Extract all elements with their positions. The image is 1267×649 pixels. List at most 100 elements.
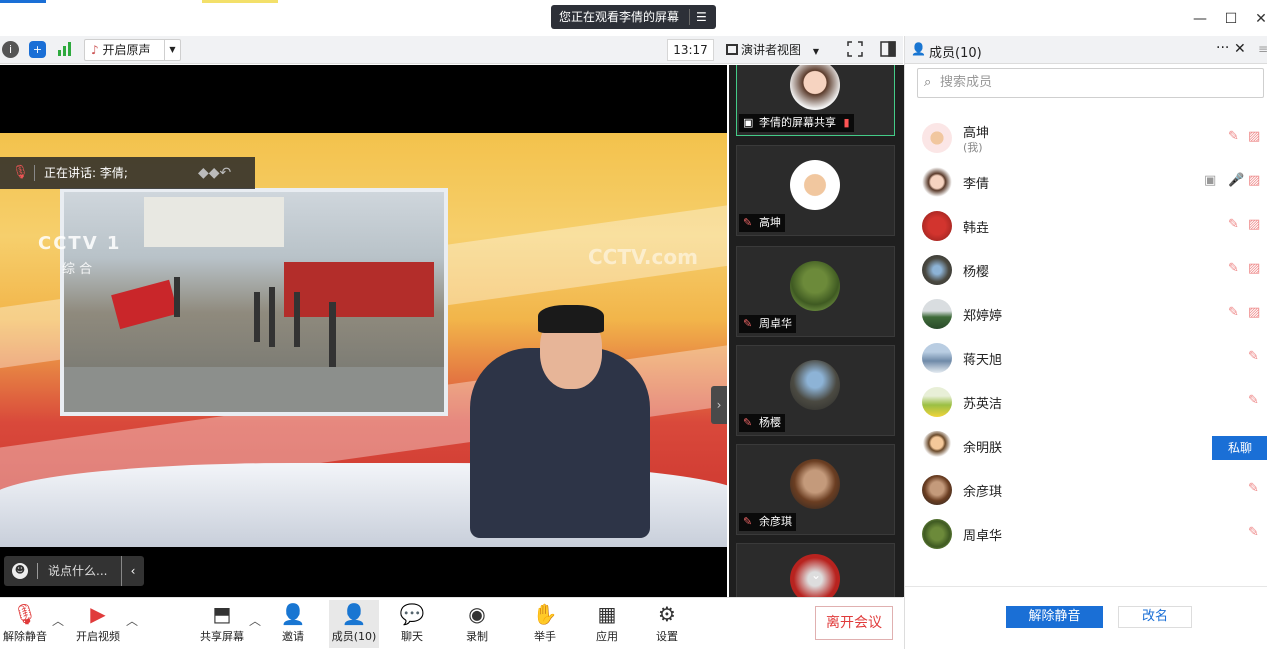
list-item[interactable]: 周卓华 ✎ [905, 512, 1267, 556]
person-icon: 👤 [911, 42, 926, 56]
menu-icon[interactable]: ≡ [1258, 42, 1267, 56]
thumbnail-tile[interactable]: ✎ 周卓华 [736, 246, 895, 337]
video-off-icon[interactable]: ▨ [1248, 261, 1260, 276]
thumbnail-tile[interactable]: ▣ 李倩的屏幕共享 ▮ [736, 65, 895, 136]
unmute-all-button[interactable]: 解除静音 [1006, 606, 1103, 628]
list-item[interactable]: 余彦琪 ✎ [905, 468, 1267, 512]
share-screen-button[interactable]: ⬒ 共享屏幕 [198, 600, 246, 648]
minimize-icon[interactable]: — [1189, 8, 1211, 30]
search-placeholder: 搜索成员 [940, 75, 993, 90]
original-audio-label: 开启原声 [102, 43, 151, 57]
mic-off-icon: ✎ [743, 216, 753, 229]
list-icon[interactable]: ☰ [696, 5, 707, 29]
start-video-button[interactable]: ▶ 开启视频 [74, 600, 122, 648]
thumbnail-tile[interactable]: ✎ 余彦琪 [736, 444, 895, 535]
meeting-clock: 13:17 [667, 39, 714, 61]
speaking-label: 正在讲话: 李倩; [44, 166, 128, 180]
leave-meeting-button[interactable]: 离开会议 [815, 606, 893, 640]
raise-hand-button[interactable]: ✋ 举手 [531, 600, 559, 648]
original-audio-button[interactable]: ♪ 开启原声 ▼ [84, 39, 181, 61]
speaking-indicator: 🎙 正在讲话: 李倩; ◆◆↶ [0, 157, 255, 189]
chevron-left-icon[interactable]: ‹ [121, 556, 144, 586]
avatar [790, 360, 840, 410]
chevron-up-icon[interactable]: ︿ [52, 612, 64, 629]
chat-input[interactable]: ☻ 说点什么... ‹ [4, 556, 144, 586]
chevron-up-icon[interactable]: ︿ [249, 612, 261, 629]
mic-off-icon[interactable]: ✎ [1248, 349, 1259, 364]
share-screen-icon: ⬒ [212, 602, 232, 626]
chevron-right-icon[interactable]: › [711, 386, 727, 424]
list-item[interactable]: 杨樱 ✎ ▨ [905, 248, 1267, 292]
avatar [922, 211, 952, 241]
video-off-icon: ▶ [90, 602, 106, 626]
close-icon[interactable]: ✕ [1234, 41, 1246, 57]
members-button[interactable]: 👤 成员(10) [329, 600, 379, 648]
thumbnail-label: ✎ 余彦琪 [739, 513, 796, 531]
chat-placeholder: 说点什么... [48, 564, 108, 578]
avatar [922, 343, 952, 373]
mic-off-icon[interactable]: ✎ [1228, 129, 1239, 144]
video-off-icon[interactable]: ▨ [1248, 217, 1260, 232]
mic-off-icon[interactable]: ✎ [1228, 261, 1239, 276]
search-input[interactable]: ⌕ 搜索成员 [917, 68, 1264, 98]
panel-title: 成员(10) [929, 46, 982, 61]
list-item[interactable]: 苏英洁 ✎ [905, 380, 1267, 424]
mic-icon[interactable]: 🎤 [1228, 173, 1244, 188]
meeting-toolbar: i + ♪ 开启原声 ▼ 13:17 演讲者视图 ▼ [0, 36, 903, 64]
panel-footer: 解除静音 改名 [905, 586, 1267, 649]
mic-off-icon[interactable]: ✎ [1248, 481, 1259, 496]
thumbnail-label: ✎ 周卓华 [739, 315, 796, 333]
mic-off-icon[interactable]: ✎ [1248, 393, 1259, 408]
grid-icon [726, 44, 738, 55]
list-item[interactable]: 韩垚 ✎ ▨ [905, 204, 1267, 248]
shared-screen-content: CCTV 1 综 合 CCTV.com [0, 133, 727, 547]
list-item[interactable]: 郑婷婷 ✎ ▨ [905, 292, 1267, 336]
panel-header: 👤 成员(10) ··· ✕ [905, 36, 1267, 64]
chevron-down-icon[interactable]: ▼ [164, 40, 180, 60]
thumbnail-tile[interactable]: ✎ 高坤 [736, 145, 895, 236]
fullscreen-icon[interactable] [847, 41, 863, 57]
thumbnail-label: ✎ 杨樱 [739, 414, 785, 432]
apps-icon: ▦ [597, 602, 617, 626]
mic-off-icon: 🎙 [12, 165, 29, 180]
video-off-icon[interactable]: ▨ [1248, 129, 1260, 144]
thumbnail-tile[interactable]: ⌄ [736, 543, 895, 597]
chat-button[interactable]: 💬 聊天 [398, 600, 426, 648]
list-item[interactable]: 蒋天旭 ✎ [905, 336, 1267, 380]
chevron-down-icon[interactable]: ⌄ [811, 568, 821, 582]
viewing-text: 您正在观看李倩的屏幕 [559, 10, 680, 24]
video-off-icon[interactable]: ▨ [1248, 173, 1260, 188]
mic-off-icon[interactable]: ✎ [1248, 525, 1259, 540]
more-icon[interactable]: ··· [1216, 40, 1229, 56]
emoji-icon[interactable]: ☻ [12, 563, 28, 579]
viewing-screen-banner[interactable]: 您正在观看李倩的屏幕 ☰ [551, 5, 716, 29]
chevron-up-icon[interactable]: ︿ [126, 612, 138, 629]
broadcast-watermark: CCTV.com [588, 245, 698, 269]
maximize-icon[interactable]: ☐ [1220, 8, 1242, 30]
apps-button[interactable]: ▦ 应用 [593, 600, 621, 648]
annotation-tools-icon[interactable]: ◆◆↶ [198, 157, 231, 189]
settings-button[interactable]: ⚙ 设置 [653, 600, 681, 648]
view-mode-dropdown[interactable]: 演讲者视图 ▼ [726, 39, 836, 61]
tab-indicator-yellow [202, 0, 278, 3]
avatar [922, 431, 952, 461]
list-item[interactable]: 李倩 ▣ 🎤 ▨ [905, 160, 1267, 204]
list-item[interactable]: 高坤 (我) ✎ ▨ [905, 116, 1267, 160]
unmute-button[interactable]: 🎙 解除静音 [2, 600, 48, 648]
info-icon[interactable]: i [2, 41, 19, 58]
mic-off-icon[interactable]: ✎ [1228, 305, 1239, 320]
close-icon[interactable]: ✕ [1250, 8, 1267, 30]
invite-button[interactable]: 👤 邀请 [278, 600, 308, 648]
video-off-icon[interactable]: ▨ [1248, 305, 1260, 320]
mic-off-icon[interactable]: ✎ [1228, 217, 1239, 232]
avatar [922, 519, 952, 549]
signal-icon[interactable] [57, 41, 73, 57]
thumbnail-tile[interactable]: ✎ 杨樱 [736, 345, 895, 436]
record-button[interactable]: ◉ 录制 [463, 600, 491, 648]
private-chat-button[interactable]: 私聊 [1212, 436, 1267, 460]
shield-icon[interactable]: + [29, 41, 46, 58]
sidebar-toggle-icon[interactable] [880, 41, 896, 57]
rename-button[interactable]: 改名 [1118, 606, 1192, 628]
broadcast-channel-label: 综 合 [62, 262, 93, 277]
hand-icon: ✋ [532, 602, 558, 626]
